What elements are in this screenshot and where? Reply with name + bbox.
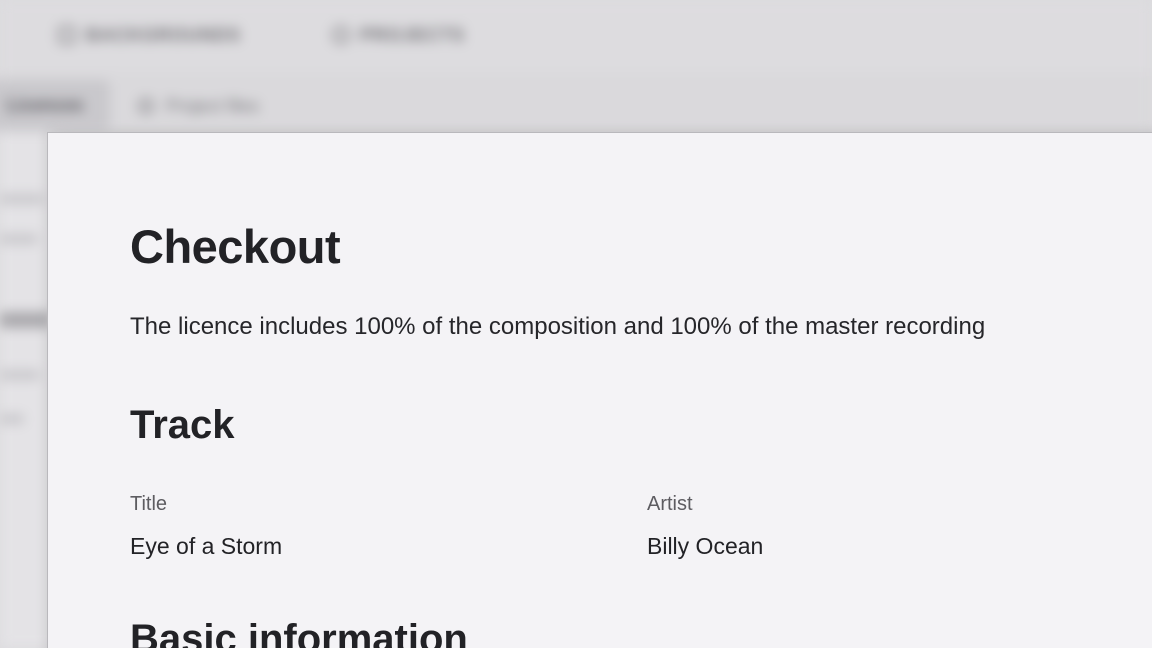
checkout-panel: Checkout The licence includes 100% of th… bbox=[47, 132, 1152, 648]
tab-label: Project files bbox=[166, 95, 260, 116]
tab-label: Licences bbox=[6, 94, 84, 115]
sidebar-heading bbox=[0, 312, 50, 328]
folder-icon bbox=[138, 98, 154, 114]
sidebar-line bbox=[0, 234, 38, 244]
top-navigation: BACKGROUNDS PROJECTS bbox=[0, 0, 1152, 72]
sidebar-line bbox=[0, 370, 40, 380]
nav-item-label: BACKGROUNDS bbox=[86, 24, 241, 45]
licence-description: The licence includes 100% of the composi… bbox=[130, 313, 986, 340]
basic-information-heading: Basic information bbox=[130, 617, 468, 648]
tab-project-files[interactable]: Project files bbox=[138, 92, 259, 120]
nav-item-backgrounds[interactable]: BACKGROUNDS bbox=[58, 22, 241, 48]
field-label-title: Title bbox=[130, 493, 168, 515]
field-value-artist: Billy Ocean bbox=[647, 533, 764, 559]
circle-icon bbox=[332, 26, 350, 44]
sidebar-line bbox=[0, 194, 44, 204]
nav-item-label: PROJECTS bbox=[360, 24, 466, 45]
tab-licences[interactable]: Licences bbox=[0, 80, 110, 130]
track-section-heading: Track bbox=[130, 403, 235, 447]
document-icon bbox=[58, 26, 76, 44]
nav-item-projects[interactable]: PROJECTS bbox=[332, 22, 465, 48]
sidebar-line bbox=[0, 414, 24, 424]
field-label-artist: Artist bbox=[647, 493, 693, 515]
screen: BACKGROUNDS PROJECTS Licences Project fi… bbox=[0, 0, 1152, 648]
page-title: Checkout bbox=[130, 220, 341, 273]
field-value-title: Eye of a Storm bbox=[130, 533, 283, 559]
